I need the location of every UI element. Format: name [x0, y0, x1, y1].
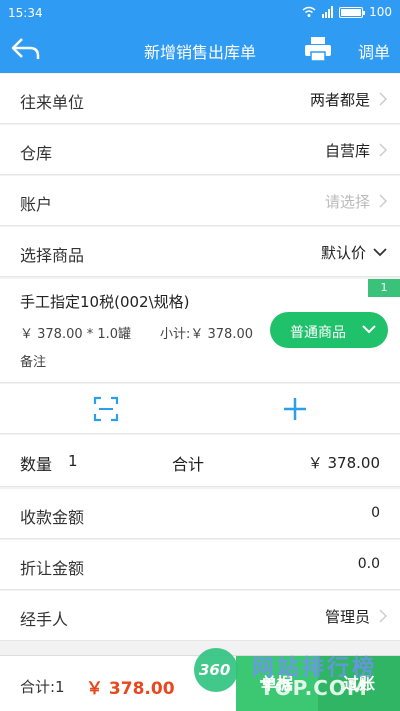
account-placeholder: 请选择: [324, 193, 370, 211]
handler-row[interactable]: 经手人 管理员: [0, 591, 400, 641]
chevron-right-icon: [379, 609, 388, 623]
battery-icon: [339, 6, 366, 18]
page-title: 新增销售出库单: [143, 43, 256, 62]
partner-value: 两者都是: [309, 91, 370, 109]
chevron-down-icon[interactable]: [372, 246, 388, 258]
quantity-label: 数量: [20, 455, 53, 474]
received-amount-value[interactable]: 0: [371, 505, 380, 521]
goods-name: 手工指定10税(002\规格): [20, 293, 190, 311]
chevron-down-icon: [362, 325, 376, 334]
wifi-icon: [302, 6, 316, 17]
save-document-button[interactable]: 单据: [236, 656, 318, 711]
bottom-total-amount: ￥ 378.00: [86, 679, 175, 699]
received-amount-label: 收款金额: [20, 508, 85, 527]
price-type-value[interactable]: 默认价: [321, 242, 366, 263]
status-bar: 15:34 100: [0, 0, 400, 25]
partner-row[interactable]: 往来单位 两者都是: [0, 74, 400, 124]
status-time: 15:34: [8, 6, 43, 20]
goods-note[interactable]: 备注: [20, 351, 46, 370]
account-label: 账户: [20, 195, 53, 214]
battery-percent: 100: [369, 5, 392, 19]
received-amount-row[interactable]: 收款金额 0: [0, 489, 400, 539]
print-icon[interactable]: [303, 35, 333, 63]
summary-row: 数量 1 合计 ￥ 378.00: [0, 435, 400, 487]
warehouse-row[interactable]: 仓库 自营库: [0, 125, 400, 175]
goods-type-button[interactable]: 普通商品: [270, 312, 388, 348]
total-value: ￥ 378.00: [307, 454, 380, 472]
goods-type-label: 普通商品: [290, 325, 346, 341]
scan-icon[interactable]: [93, 396, 119, 422]
title-bar: 新增销售出库单 调单: [0, 25, 400, 73]
goods-subtotal: 小计:￥ 378.00: [160, 327, 253, 342]
item-index-badge: 1: [368, 279, 400, 297]
chevron-right-icon: [379, 92, 388, 106]
partner-label: 往来单位: [20, 93, 85, 112]
goods-item[interactable]: 手工指定10税(002\规格) ￥ 378.00 * 1.0罐 小计:￥ 378…: [0, 279, 400, 383]
discount-amount-value[interactable]: 0.0: [358, 556, 380, 572]
status-right: 100: [302, 5, 392, 19]
warehouse-value: 自营库: [324, 142, 370, 160]
discount-amount-label: 折让金额: [20, 559, 85, 578]
account-row[interactable]: 账户 请选择: [0, 176, 400, 226]
discount-amount-row[interactable]: 折让金额 0.0: [0, 540, 400, 590]
bottom-bar: 合计:1 ￥ 378.00 单据 过账: [0, 655, 400, 711]
handler-label: 经手人: [20, 610, 69, 629]
post-button[interactable]: 过账: [318, 656, 400, 711]
handler-value: 管理员: [324, 608, 370, 626]
select-goods-label: 选择商品: [20, 246, 85, 265]
warehouse-label: 仓库: [20, 144, 53, 163]
signal-icon: [322, 6, 334, 18]
item-actions: [0, 384, 400, 434]
adjust-button[interactable]: 调单: [358, 39, 390, 63]
total-label: 合计: [172, 455, 205, 474]
select-goods-row[interactable]: 选择商品 默认价: [0, 227, 400, 277]
chevron-right-icon: [379, 143, 388, 157]
quantity-value: 1: [68, 452, 78, 470]
bottom-total-label: 合计:1: [20, 678, 65, 696]
goods-price: ￥ 378.00 * 1.0罐: [20, 327, 132, 342]
chevron-right-icon: [379, 194, 388, 208]
add-icon[interactable]: [282, 396, 308, 422]
